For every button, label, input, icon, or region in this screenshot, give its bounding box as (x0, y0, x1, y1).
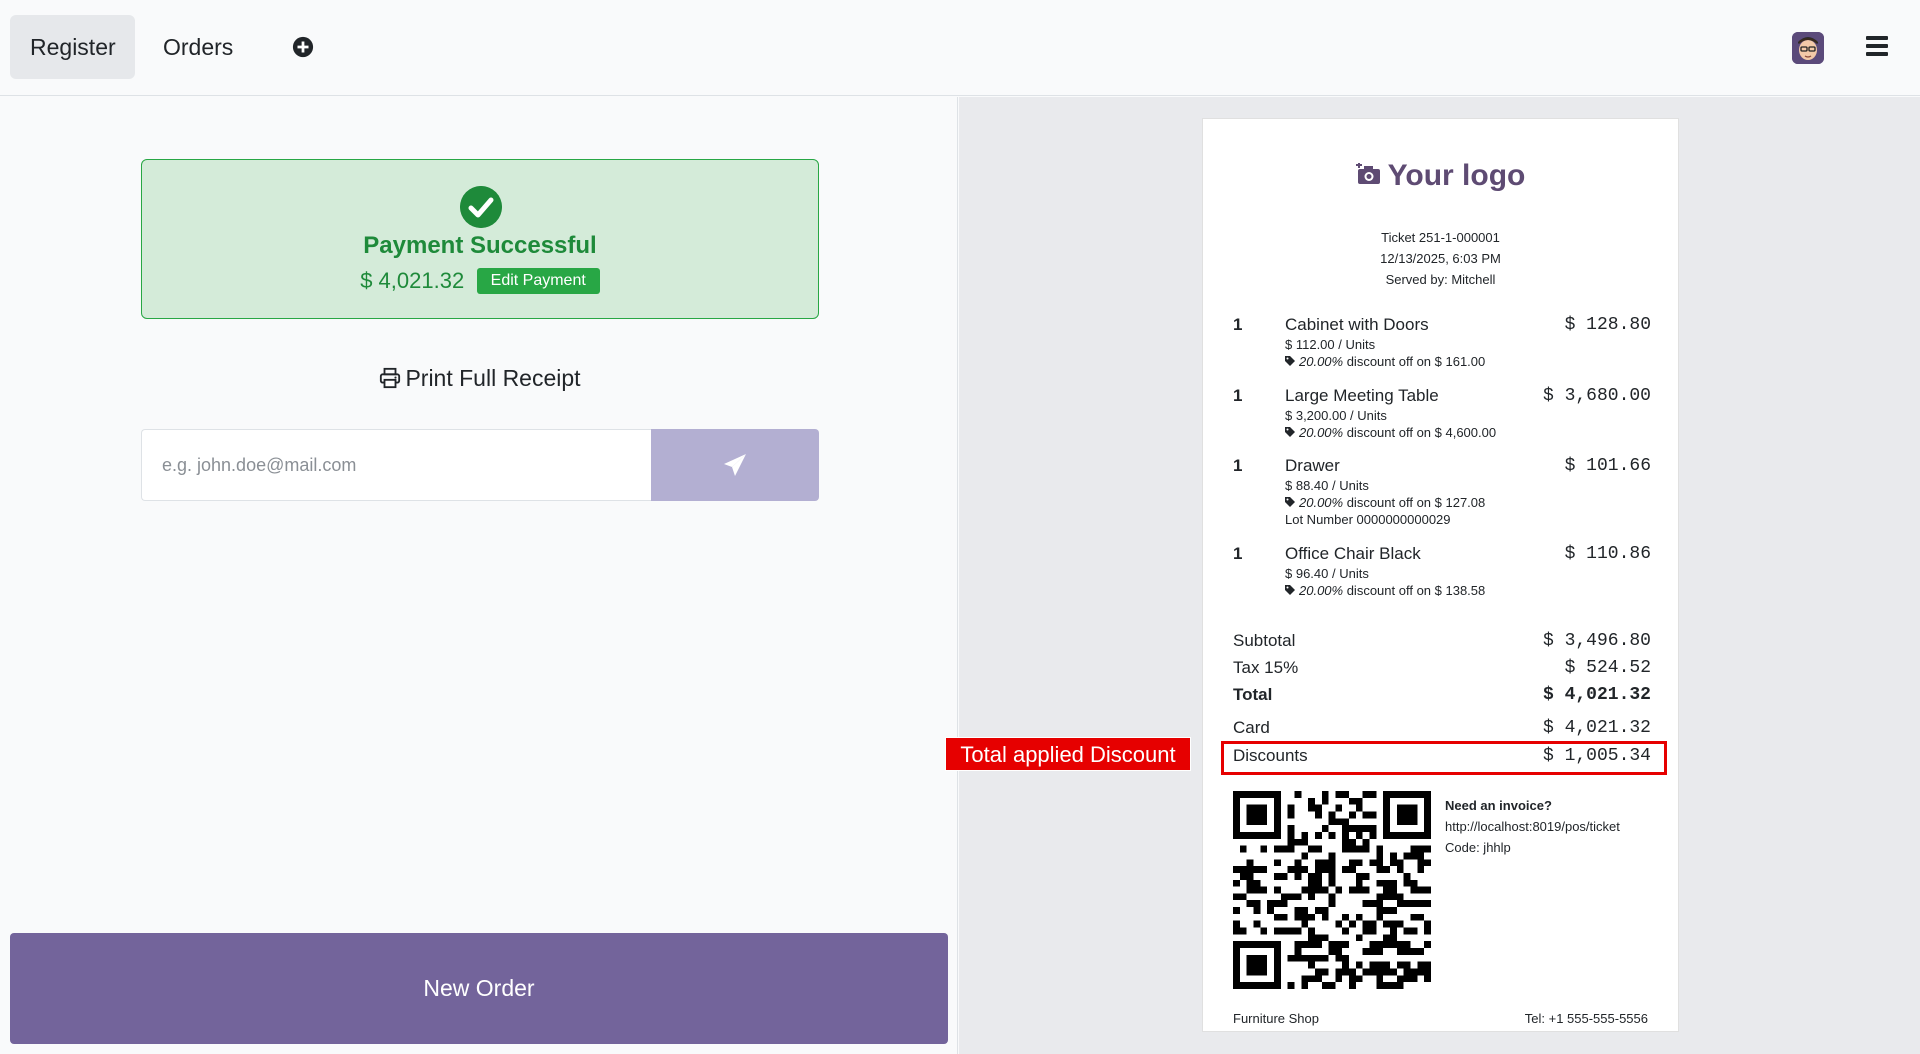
new-order-button[interactable]: New Order (10, 933, 948, 1044)
invoice-url[interactable]: http://localhost:8019/pos/ticket (1445, 816, 1655, 837)
shop-phone: Tel: +1 555-555-5556 (1524, 1011, 1648, 1026)
tax-row: Tax 15% $ 524.52 (1233, 658, 1651, 678)
email-input[interactable] (141, 429, 651, 501)
email-receipt-row (141, 429, 819, 501)
ticket-number: Ticket 251-1-000001 (1381, 230, 1500, 245)
tab-register[interactable]: Register (10, 15, 135, 79)
print-receipt-button[interactable]: Print Full Receipt (141, 365, 819, 392)
line-unit-price: $ 88.40 / Units (1285, 478, 1369, 493)
tag-icon (1285, 356, 1295, 366)
line-discount: 20.00% discount off on $ 161.00 (1285, 354, 1485, 369)
logo-text: Your logo (1387, 159, 1526, 192)
qr-code-icon (1233, 791, 1431, 989)
line-price: $ 128.80 (1564, 315, 1651, 335)
line-unit-price: $ 112.00 / Units (1285, 337, 1376, 352)
shop-name: Furniture Shop (1233, 1011, 1319, 1026)
plus-circle-icon[interactable] (292, 36, 314, 58)
edit-payment-button[interactable]: Edit Payment (476, 268, 600, 294)
card-payment-row: Card $ 4,021.32 (1233, 718, 1651, 738)
camera-plus-icon (1355, 163, 1380, 184)
line-qty: 1 (1233, 456, 1243, 475)
tag-icon (1285, 497, 1295, 507)
line-discount: 20.00% discount off on $ 4,600.00 (1285, 425, 1496, 440)
annotation-label: Total applied Discount (945, 737, 1191, 771)
printer-icon (380, 367, 401, 389)
line-product-name: Large Meeting Table (1285, 386, 1439, 405)
line-product-name: Office Chair Black (1285, 544, 1421, 563)
line-price: $ 110.86 (1564, 544, 1651, 564)
payment-amount-row: $ 4,021.32 Edit Payment (142, 268, 818, 294)
ticket-datetime: 12/13/2025, 6:03 PM (1380, 251, 1501, 266)
check-circle-icon (460, 186, 502, 228)
top-navbar: Register Orders (0, 0, 1920, 96)
user-avatar[interactable] (1792, 32, 1824, 64)
line-qty: 1 (1233, 315, 1243, 334)
print-receipt-label: Print Full Receipt (405, 365, 581, 391)
receipt-logo: Your logo (1203, 159, 1678, 193)
line-price: $ 3,680.00 (1542, 386, 1651, 406)
line-price: $ 101.66 (1564, 456, 1651, 476)
hamburger-menu-icon[interactable] (1866, 36, 1888, 58)
receipt-preview-panel: Your logo Ticket 251-1-000001 12/13/2025… (959, 97, 1920, 1054)
total-row: Total $ 4,021.32 (1233, 685, 1651, 705)
avatar-face-icon (1792, 32, 1824, 64)
payment-screen: Payment Successful $ 4,021.32 Edit Payme… (0, 97, 958, 1054)
line-discount: 20.00% discount off on $ 138.58 (1285, 583, 1485, 598)
invoice-title: Need an invoice? (1445, 798, 1552, 813)
send-email-button[interactable] (651, 429, 819, 501)
tag-icon (1285, 427, 1295, 437)
invoice-code: Code: jhhlp (1445, 840, 1511, 855)
line-discount: 20.00% discount off on $ 127.08 (1285, 495, 1485, 510)
invoice-info: Need an invoice? http://localhost:8019/p… (1445, 795, 1655, 858)
subtotal-row: Subtotal $ 3,496.80 (1233, 631, 1651, 651)
ticket-info: Ticket 251-1-000001 12/13/2025, 6:03 PM … (1203, 227, 1678, 290)
receipt: Your logo Ticket 251-1-000001 12/13/2025… (1202, 118, 1679, 1032)
line-product-name: Drawer (1285, 456, 1340, 475)
line-unit-price: $ 3,200.00 / Units (1285, 408, 1387, 423)
tab-orders[interactable]: Orders (143, 15, 253, 79)
tag-icon (1285, 585, 1295, 595)
payment-success-banner: Payment Successful $ 4,021.32 Edit Payme… (141, 159, 819, 319)
line-qty: 1 (1233, 544, 1243, 563)
line-product-name: Cabinet with Doors (1285, 315, 1429, 334)
line-qty: 1 (1233, 386, 1243, 405)
served-by: Served by: Mitchell (1385, 272, 1496, 287)
payment-success-title: Payment Successful (363, 232, 597, 259)
annotation-highlight-box (1221, 741, 1667, 775)
line-unit-price: $ 96.40 / Units (1285, 566, 1369, 581)
line-lot-number: Lot Number 0000000000029 (1285, 512, 1451, 527)
paper-plane-icon (724, 454, 746, 476)
payment-amount: $ 4,021.32 (360, 268, 465, 293)
